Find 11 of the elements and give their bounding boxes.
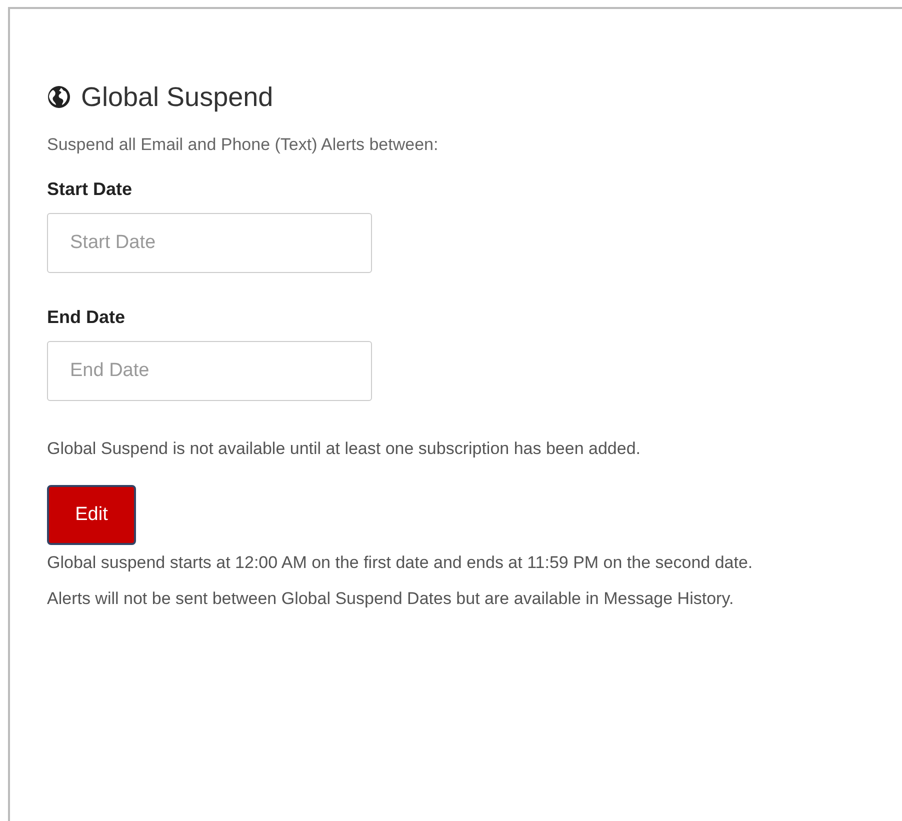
date-field[interactable]: Start Date: [47, 213, 372, 273]
globe-icon: [47, 85, 71, 109]
edit-button[interactable]: Edit: [47, 485, 136, 545]
notice-text: Global Suspend is not available until at least one subscription has been added.: [47, 438, 642, 460]
field-label: Start Date: [47, 178, 132, 201]
date-field[interactable]: End Date: [47, 341, 372, 401]
note-text: Alerts will not be sent between Global Suspend Dates but are available in Message History.: [47, 588, 735, 610]
panel-title: Global Suspend: [81, 82, 274, 112]
field-label: End Date: [47, 306, 126, 329]
intro-text: Suspend all Email and Phone (Text) Alerts between:: [47, 134, 440, 156]
note-text: Global suspend starts at 12:00 AM on the first date and ends at 11:59 PM on the second date.: [47, 552, 754, 574]
